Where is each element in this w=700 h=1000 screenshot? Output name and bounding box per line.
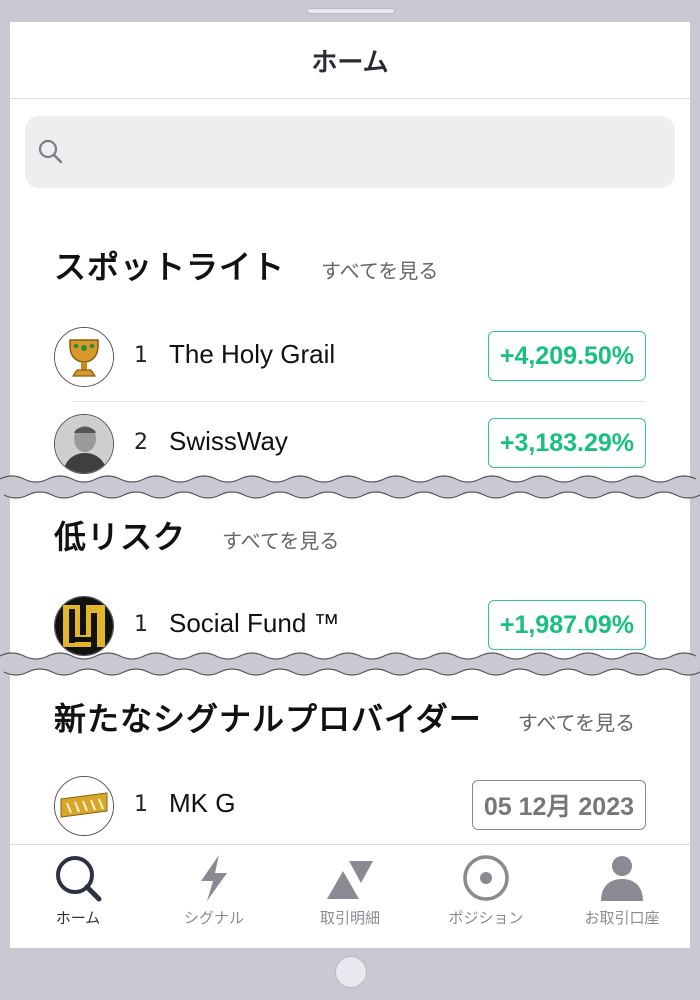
- torn-edge-divider: [0, 652, 700, 676]
- avatar: [54, 414, 114, 474]
- device-frame: ホーム スポットライト すべてを見る 1 The Holy Grail +4,2…: [0, 0, 700, 1000]
- tab-home[interactable]: ホーム: [10, 845, 146, 948]
- torn-edge-divider: [0, 475, 700, 499]
- tab-trade-history[interactable]: 取引明細: [282, 845, 418, 948]
- tab-bar: ホーム シグナル 取引明細 ポジション お取引口座: [10, 844, 690, 948]
- target-icon: [463, 855, 509, 901]
- triangles-icon: [327, 861, 373, 899]
- section-title: スポットライト: [54, 248, 286, 286]
- provider-name: MK G: [169, 788, 236, 818]
- lightning-icon: [201, 855, 227, 901]
- search-input[interactable]: [25, 116, 675, 188]
- list-item[interactable]: 1 Social Fund ™ +1,987.09%: [54, 596, 646, 660]
- tab-accounts[interactable]: お取引口座: [554, 845, 690, 948]
- date-badge: 05 12月 2023: [471, 780, 646, 830]
- person-icon: [601, 856, 643, 901]
- avatar: [54, 327, 114, 387]
- divider: [72, 401, 646, 402]
- section-title: 新たなシグナルプロバイダー: [54, 700, 482, 738]
- tab-signals[interactable]: シグナル: [146, 845, 282, 948]
- device-home-button: [335, 956, 367, 988]
- section-new-providers: 新たなシグナルプロバイダー すべてを見る 1 MK G 05 12月 2023: [10, 694, 690, 844]
- section-spotlight: スポットライト すべてを見る 1 The Holy Grail +4,209.5…: [10, 242, 690, 492]
- tab-label: 取引明細: [319, 909, 380, 927]
- tab-label: ホーム: [55, 909, 101, 927]
- tab-label: ポジション: [448, 909, 524, 927]
- see-all-link[interactable]: すべてを見る: [321, 255, 438, 284]
- section-low-risk: 低リスク すべてを見る 1 Social Fund ™ +1,987.09%: [10, 512, 690, 662]
- return-badge: +4,209.50%: [487, 331, 646, 381]
- header: ホーム: [10, 22, 690, 99]
- page-title: ホーム: [311, 47, 389, 78]
- search-icon: [56, 856, 102, 902]
- tab-positions[interactable]: ポジション: [418, 845, 554, 948]
- provider-name: SwissWay: [169, 426, 288, 456]
- see-all-link[interactable]: すべてを見る: [222, 525, 339, 554]
- rank-number: 1: [134, 792, 148, 817]
- rank-number: 2: [134, 430, 148, 455]
- rank-number: 1: [134, 612, 148, 637]
- return-badge: +1,987.09%: [487, 600, 646, 650]
- avatar: [54, 776, 114, 836]
- section-title: 低リスク: [54, 518, 187, 556]
- provider-name: The Holy Grail: [169, 339, 336, 369]
- provider-name: Social Fund ™: [169, 608, 340, 638]
- return-badge: +3,183.29%: [487, 418, 646, 468]
- list-item[interactable]: 2 SwissWay +3,183.29%: [54, 414, 646, 478]
- device-speaker: [307, 8, 395, 14]
- avatar: [54, 596, 114, 656]
- see-all-link[interactable]: すべてを見る: [518, 707, 635, 736]
- list-item[interactable]: 1 The Holy Grail +4,209.50%: [54, 327, 646, 391]
- tab-label: お取引口座: [584, 909, 660, 927]
- list-item[interactable]: 1 MK G 05 12月 2023: [54, 776, 646, 840]
- search-icon: [38, 139, 63, 164]
- tab-label: シグナル: [183, 909, 244, 927]
- rank-number: 1: [134, 343, 148, 368]
